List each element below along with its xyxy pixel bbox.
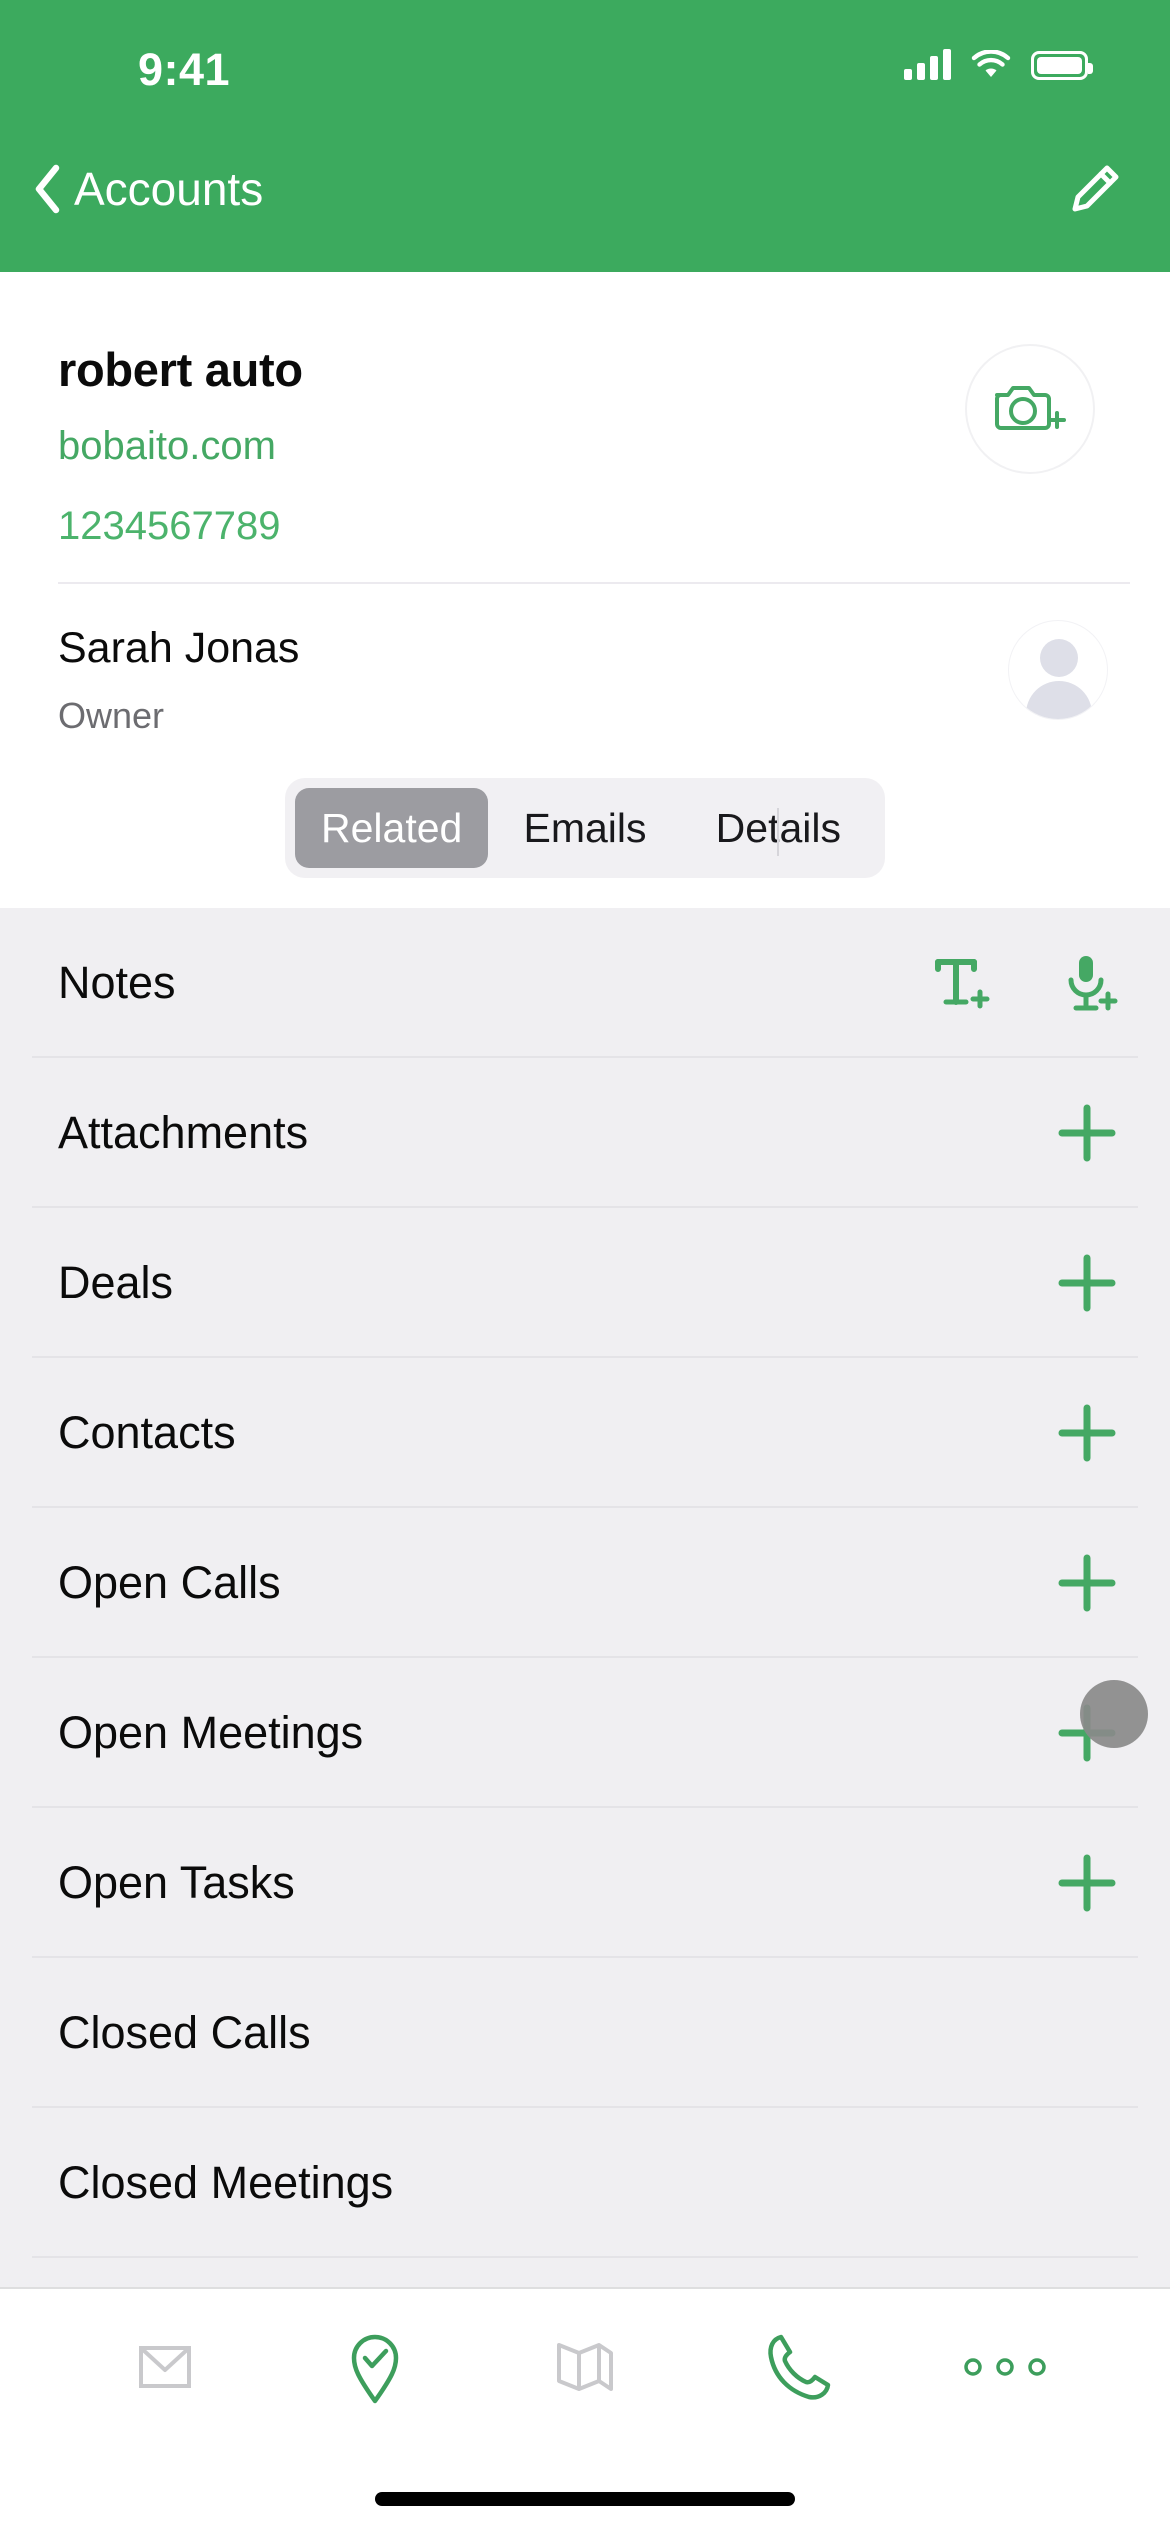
chevron-left-icon (32, 164, 62, 214)
list-item-attachments[interactable]: Attachments (0, 1058, 1170, 1208)
more-options-icon (957, 2347, 1053, 2392)
owner-name: Sarah Jonas (58, 624, 300, 672)
pencil-icon (1062, 158, 1126, 227)
account-name: robert auto (58, 343, 303, 396)
map-button[interactable] (525, 2314, 645, 2424)
app-header: 9:41 Accounts (0, 0, 1170, 272)
row-actions (932, 952, 1118, 1014)
list-item-open-tasks[interactable]: Open Tasks (0, 1808, 1170, 1958)
row-label: Open Meetings (58, 1707, 364, 1758)
plus-icon[interactable] (1056, 1702, 1118, 1764)
plus-icon[interactable] (1056, 1102, 1118, 1164)
row-actions (1056, 1402, 1118, 1464)
check-in-button[interactable] (315, 2314, 435, 2424)
tab-emails-label: Emails (523, 804, 647, 851)
row-label: Closed Meetings (58, 2157, 394, 2208)
row-label: Deals (58, 1257, 174, 1308)
row-label: Closed Calls (58, 2007, 311, 2058)
card-divider (58, 582, 1130, 584)
tab-separator (777, 808, 780, 856)
list-item-open-meetings[interactable]: Open Meetings (0, 1658, 1170, 1808)
row-actions (1056, 1702, 1118, 1764)
tab-emails[interactable]: Emails (488, 788, 681, 868)
row-label: Contacts (58, 1407, 236, 1458)
tab-details[interactable]: Details (682, 788, 875, 868)
person-avatar-icon (1040, 639, 1078, 677)
cellular-signal-icon (904, 48, 951, 80)
plus-icon[interactable] (1056, 1852, 1118, 1914)
row-actions (1056, 1552, 1118, 1614)
camera-plus-icon (991, 375, 1069, 444)
list-item-closed-meetings[interactable]: Closed Meetings (0, 2108, 1170, 2258)
owner-role: Owner (58, 695, 165, 736)
plus-icon[interactable] (1056, 1402, 1118, 1464)
plus-icon[interactable] (1056, 1552, 1118, 1614)
row-label: Attachments (58, 1107, 309, 1158)
email-icon (125, 2336, 205, 2403)
more-options-button[interactable] (945, 2314, 1065, 2424)
map-icon (546, 2331, 624, 2408)
row-actions (1056, 1852, 1118, 1914)
call-button[interactable] (735, 2314, 855, 2424)
account-phone[interactable]: 1234567789 (58, 504, 280, 549)
plus-icon[interactable] (1056, 1252, 1118, 1314)
wifi-icon (971, 48, 1011, 80)
tab-related-label: Related (321, 804, 463, 851)
account-website[interactable]: bobaito.com (58, 424, 276, 469)
bottom-toolbar (0, 2287, 1170, 2532)
list-item-notes[interactable]: Notes (0, 908, 1170, 1058)
check-in-pin-icon (340, 2327, 410, 2412)
email-button[interactable] (105, 2314, 225, 2424)
home-indicator (375, 2492, 795, 2506)
app-screen: 9:41 Accounts robert auto bobaito.com 12… (0, 0, 1170, 2532)
row-separator (32, 2256, 1138, 2258)
back-button-label: Accounts (74, 163, 264, 215)
row-label: Notes (58, 957, 176, 1008)
voice-note-add-icon[interactable] (1060, 952, 1118, 1014)
edit-button[interactable] (1056, 154, 1132, 230)
add-photo-button[interactable] (965, 344, 1095, 474)
navigation-bar: Accounts (0, 110, 1170, 272)
row-label: Open Calls (58, 1557, 281, 1608)
row-actions (1056, 1102, 1118, 1164)
text-note-add-icon[interactable] (932, 952, 992, 1014)
tab-segmented-control: Related Emails Details (285, 778, 885, 878)
related-list: Notes Attachments Deals Contacts Open Ca… (0, 908, 1170, 2287)
phone-icon (759, 2327, 831, 2412)
tab-related[interactable]: Related (295, 788, 489, 868)
account-summary-card: robert auto bobaito.com 1234567789 Sarah… (0, 272, 1170, 908)
back-button[interactable]: Accounts (20, 144, 275, 234)
list-item-open-calls[interactable]: Open Calls (0, 1508, 1170, 1658)
avatar-body (1026, 681, 1092, 719)
row-actions (1056, 1252, 1118, 1314)
list-item-deals[interactable]: Deals (0, 1208, 1170, 1358)
row-label: Open Tasks (58, 1857, 295, 1908)
status-bar: 9:41 (0, 0, 1170, 110)
avatar[interactable] (1008, 620, 1108, 720)
battery-icon (1031, 51, 1093, 80)
status-bar-icons (904, 48, 1093, 80)
list-item-contacts[interactable]: Contacts (0, 1358, 1170, 1508)
list-item-closed-calls[interactable]: Closed Calls (0, 1958, 1170, 2108)
status-bar-time: 9:41 (138, 44, 231, 95)
bottom-toolbar-icons (0, 2289, 1170, 2449)
